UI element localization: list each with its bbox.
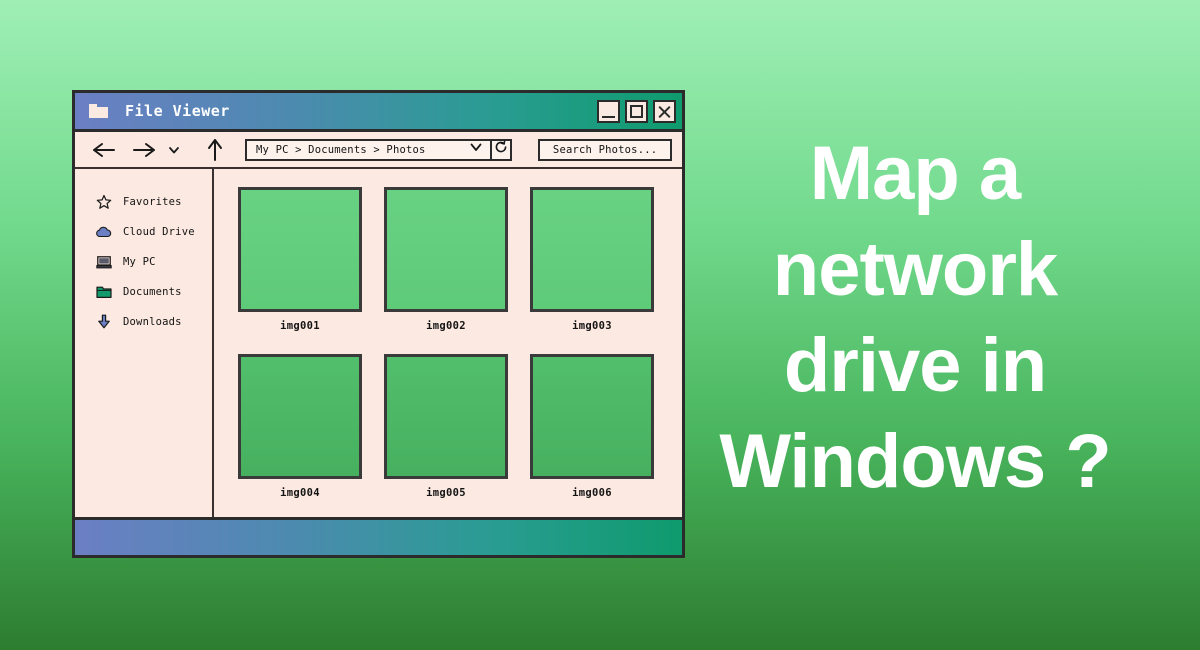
toolbar: My PC > Documents > Photos Search Photos… — [75, 132, 682, 169]
window-controls — [597, 99, 676, 123]
sidebar-label: Downloads — [123, 316, 182, 328]
file-label: img001 — [280, 320, 320, 332]
file-item[interactable]: img005 — [384, 354, 508, 499]
refresh-button[interactable] — [492, 138, 513, 161]
file-thumbnail[interactable] — [384, 187, 508, 312]
file-grid-row: img004 img005 img006 — [238, 354, 682, 499]
file-thumbnail[interactable] — [238, 187, 362, 312]
search-input[interactable]: Search Photos... — [538, 138, 673, 161]
forward-button[interactable] — [131, 140, 157, 160]
file-viewer-window: File Viewer My PC > Documents > Photos S… — [72, 90, 685, 558]
minimize-button[interactable] — [597, 99, 620, 123]
up-button[interactable] — [205, 137, 225, 163]
file-grid-row: img001 img002 img003 — [238, 187, 682, 332]
folder-icon — [95, 284, 112, 301]
file-thumbnail[interactable] — [530, 354, 654, 479]
headline-line: drive in — [783, 323, 1047, 408]
file-item[interactable]: img001 — [238, 187, 362, 332]
file-thumbnail[interactable] — [530, 187, 654, 312]
file-item[interactable]: img003 — [530, 187, 654, 332]
headline-line: network — [772, 227, 1058, 312]
file-item[interactable]: img004 — [238, 354, 362, 499]
search-placeholder: Search Photos... — [552, 143, 658, 156]
address-path: My PC > Documents > Photos — [256, 143, 426, 156]
window-titlebar[interactable]: File Viewer — [75, 93, 682, 132]
headline: Map a network drive in Windows ? — [700, 126, 1130, 510]
navigation-controls — [91, 137, 245, 163]
cloud-icon — [95, 224, 112, 241]
chevron-down-icon[interactable] — [167, 143, 181, 157]
star-icon — [95, 194, 112, 211]
headline-line: Map a — [809, 131, 1021, 216]
sidebar-label: Favorites — [123, 196, 182, 208]
sidebar-item-cloud-drive[interactable]: Cloud Drive — [75, 217, 212, 247]
window-title: File Viewer — [125, 102, 230, 120]
sidebar-item-downloads[interactable]: Downloads — [75, 307, 212, 337]
maximize-button[interactable] — [625, 99, 648, 123]
headline-line: Windows ? — [719, 419, 1111, 504]
address-bar[interactable]: My PC > Documents > Photos — [245, 138, 493, 161]
window-body: Favorites Cloud Drive My PC Documents Do… — [75, 169, 682, 517]
file-label: img005 — [426, 487, 466, 499]
sidebar-item-documents[interactable]: Documents — [75, 277, 212, 307]
sidebar-item-favorites[interactable]: Favorites — [75, 187, 212, 217]
sidebar-label: My PC — [123, 256, 156, 268]
sidebar-label: Cloud Drive — [123, 226, 195, 238]
file-label: img006 — [572, 487, 612, 499]
sidebar-label: Documents — [123, 286, 182, 298]
sidebar: Favorites Cloud Drive My PC Documents Do… — [75, 169, 214, 517]
file-thumbnail[interactable] — [238, 354, 362, 479]
status-bar — [75, 517, 682, 555]
address-dropdown-chevron-down-icon[interactable] — [469, 140, 483, 159]
sidebar-item-my-pc[interactable]: My PC — [75, 247, 212, 277]
page-root: File Viewer My PC > Documents > Photos S… — [0, 0, 1200, 650]
file-grid: img001 img002 img003 img004 img005 img00… — [214, 169, 682, 517]
file-label: img003 — [572, 320, 612, 332]
close-button[interactable] — [653, 99, 676, 123]
folder-icon — [89, 104, 108, 118]
file-label: img002 — [426, 320, 466, 332]
file-thumbnail[interactable] — [384, 354, 508, 479]
refresh-icon — [494, 140, 508, 159]
monitor-icon — [95, 254, 112, 271]
download-arrow-icon — [95, 314, 112, 331]
file-label: img004 — [280, 487, 320, 499]
file-item[interactable]: img006 — [530, 354, 654, 499]
file-item[interactable]: img002 — [384, 187, 508, 332]
back-button[interactable] — [91, 140, 117, 160]
